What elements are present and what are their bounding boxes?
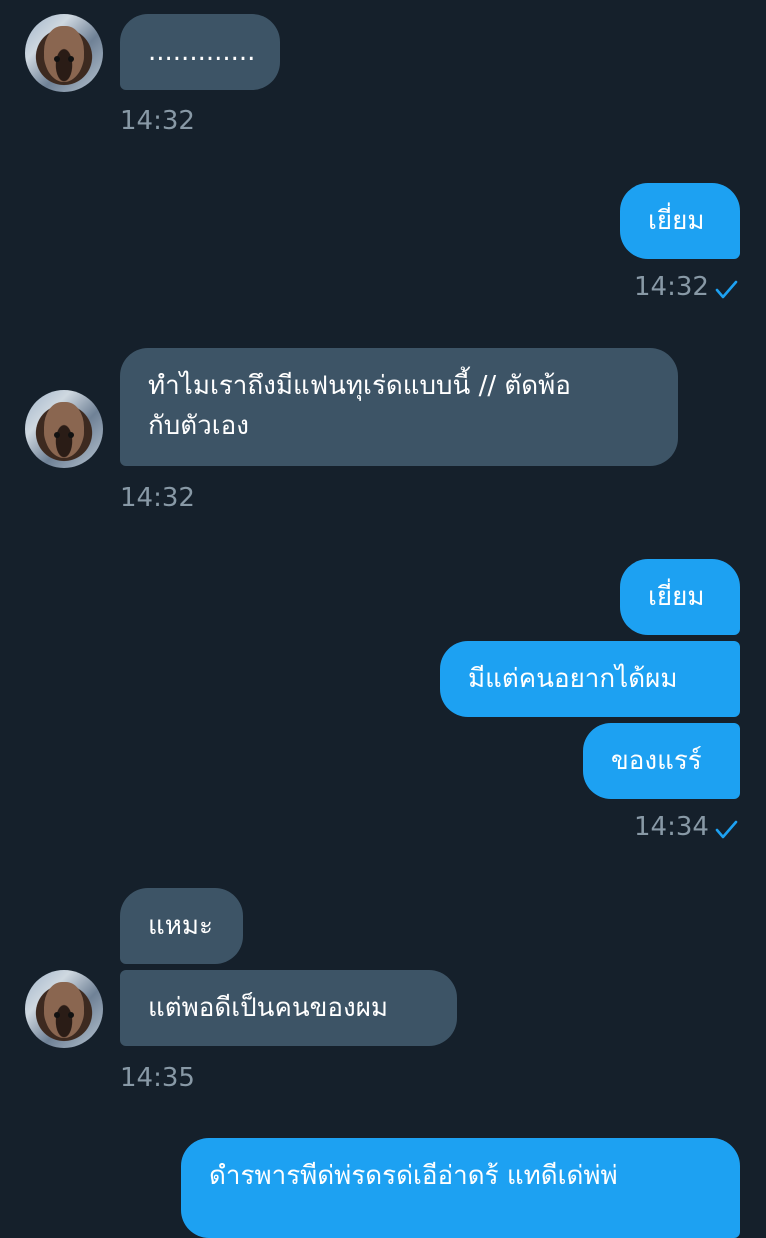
contact-avatar[interactable] <box>25 390 103 468</box>
contact-avatar[interactable] <box>25 970 103 1048</box>
outgoing-message[interactable]: ดำรพารพีด่พ่รดรด่เอีอ่าดร้ แทดีเด่พ่พ่ <box>181 1138 740 1238</box>
message-text: ของแรร์ <box>611 746 702 776</box>
message-timestamp: 14:35 <box>120 1063 195 1093</box>
cat-avatar-icon <box>44 402 84 458</box>
outgoing-message[interactable]: เยี่ยม <box>620 183 740 259</box>
message-text: แต่พอดีเป็นคนของผม <box>148 993 389 1023</box>
incoming-message[interactable]: แต่พอดีเป็นคนของผม <box>120 970 457 1046</box>
avatar-eye-left <box>54 432 60 438</box>
cat-avatar-icon <box>44 26 84 82</box>
message-text: เยี่ยม <box>648 206 705 236</box>
message-timestamp: 14:32 <box>120 483 195 513</box>
message-text: ดำรพารพีด่พ่รดรด่เอีอ่าดร้ แทดีเด่พ่พ่ <box>209 1161 618 1191</box>
outgoing-message[interactable]: ของแรร์ <box>583 723 740 799</box>
message-text: มีแต่คนอยากได้ผม <box>468 664 678 694</box>
incoming-message[interactable]: แหมะ <box>120 888 243 964</box>
message-thread[interactable]: ............. 14:32 เยี่ยม 14:32 ทำไมเรา… <box>0 0 766 1238</box>
avatar-eye-right <box>68 56 74 62</box>
message-text: เยี่ยม <box>648 582 705 612</box>
checkmark-icon <box>715 280 738 299</box>
incoming-message[interactable]: ............. <box>120 14 280 90</box>
avatar-eye-left <box>54 1012 60 1018</box>
avatar-eye-left <box>54 56 60 62</box>
checkmark-icon <box>715 820 738 839</box>
cat-avatar-icon <box>44 982 84 1038</box>
message-text-line: ทำไมเราถึงมีแฟนทุเร่ดแบบนี้ // ตัดพ้อ <box>148 371 571 401</box>
outgoing-message[interactable]: เยี่ยม <box>620 559 740 635</box>
message-text-line: กับตัวเอง <box>148 411 249 441</box>
contact-avatar[interactable] <box>25 14 103 92</box>
avatar-eye-right <box>68 1012 74 1018</box>
incoming-message[interactable]: ทำไมเราถึงมีแฟนทุเร่ดแบบนี้ // ตัดพ้อ กั… <box>120 348 678 466</box>
message-text: แหมะ <box>148 911 213 941</box>
outgoing-message[interactable]: มีแต่คนอยากได้ผม <box>440 641 740 717</box>
message-timestamp: 14:32 <box>120 106 195 136</box>
avatar-eye-right <box>68 432 74 438</box>
message-text: ............. <box>148 37 256 67</box>
message-timestamp: 14:34 <box>634 812 709 842</box>
message-timestamp: 14:32 <box>634 272 709 302</box>
